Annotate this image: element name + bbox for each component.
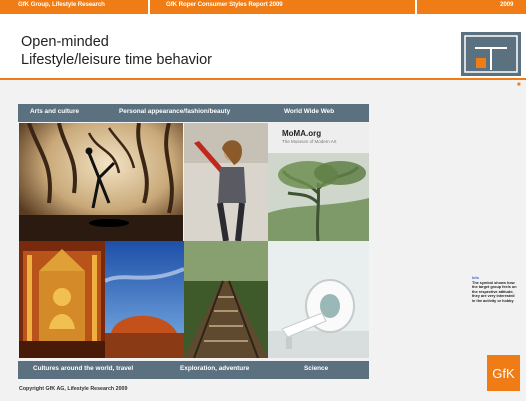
report-logo-icon xyxy=(461,32,521,76)
header-bar: GfK Group, Lifestyle Research GfK Roper … xyxy=(0,0,526,14)
label-science: Science xyxy=(304,365,329,372)
title-line-2: Lifestyle/leisure time behavior xyxy=(21,52,213,68)
label-adventure: Exploration, adventure xyxy=(180,365,250,372)
header-center-text: GfK Roper Consumer Styles Report 2009 xyxy=(166,1,283,8)
page-title: Open-minded Lifestyle/leisure time behav… xyxy=(21,33,212,69)
gfk-logo: GfK xyxy=(487,355,520,391)
label-travel: Cultures around the world, travel xyxy=(33,365,134,372)
header-divider xyxy=(415,0,417,14)
label-arts: Arts and culture xyxy=(30,108,80,115)
arts-photo xyxy=(19,123,183,241)
adventure-photo xyxy=(184,241,268,358)
side-note: Info The symbol shows how the target gro… xyxy=(472,276,518,303)
web-photo: MoMA.org The Museum of Modern Art xyxy=(268,123,369,241)
header-divider xyxy=(148,0,150,14)
category-strip-top: Arts and culture Personal appearance/fas… xyxy=(18,104,369,122)
label-fashion: Personal appearance/fashion/beauty xyxy=(119,108,231,115)
header-left-text: GfK Group, Lifestyle Research xyxy=(18,1,105,8)
header-year: 2009 xyxy=(500,1,514,8)
corner-mark-icon: ■ xyxy=(517,82,521,88)
category-strip-bottom: Cultures around the world, travel Explor… xyxy=(18,361,369,379)
title-line-1: Open-minded xyxy=(21,34,109,50)
copyright-text: Copyright GfK AG, Lifestyle Research 200… xyxy=(19,386,128,392)
fashion-photo xyxy=(184,123,268,241)
side-note-body: The symbol shows how the target group fe… xyxy=(472,280,517,303)
label-web: World Wide Web xyxy=(284,108,335,115)
culture-photo xyxy=(19,241,105,358)
travel-photo xyxy=(105,241,184,358)
science-photo xyxy=(268,241,369,358)
